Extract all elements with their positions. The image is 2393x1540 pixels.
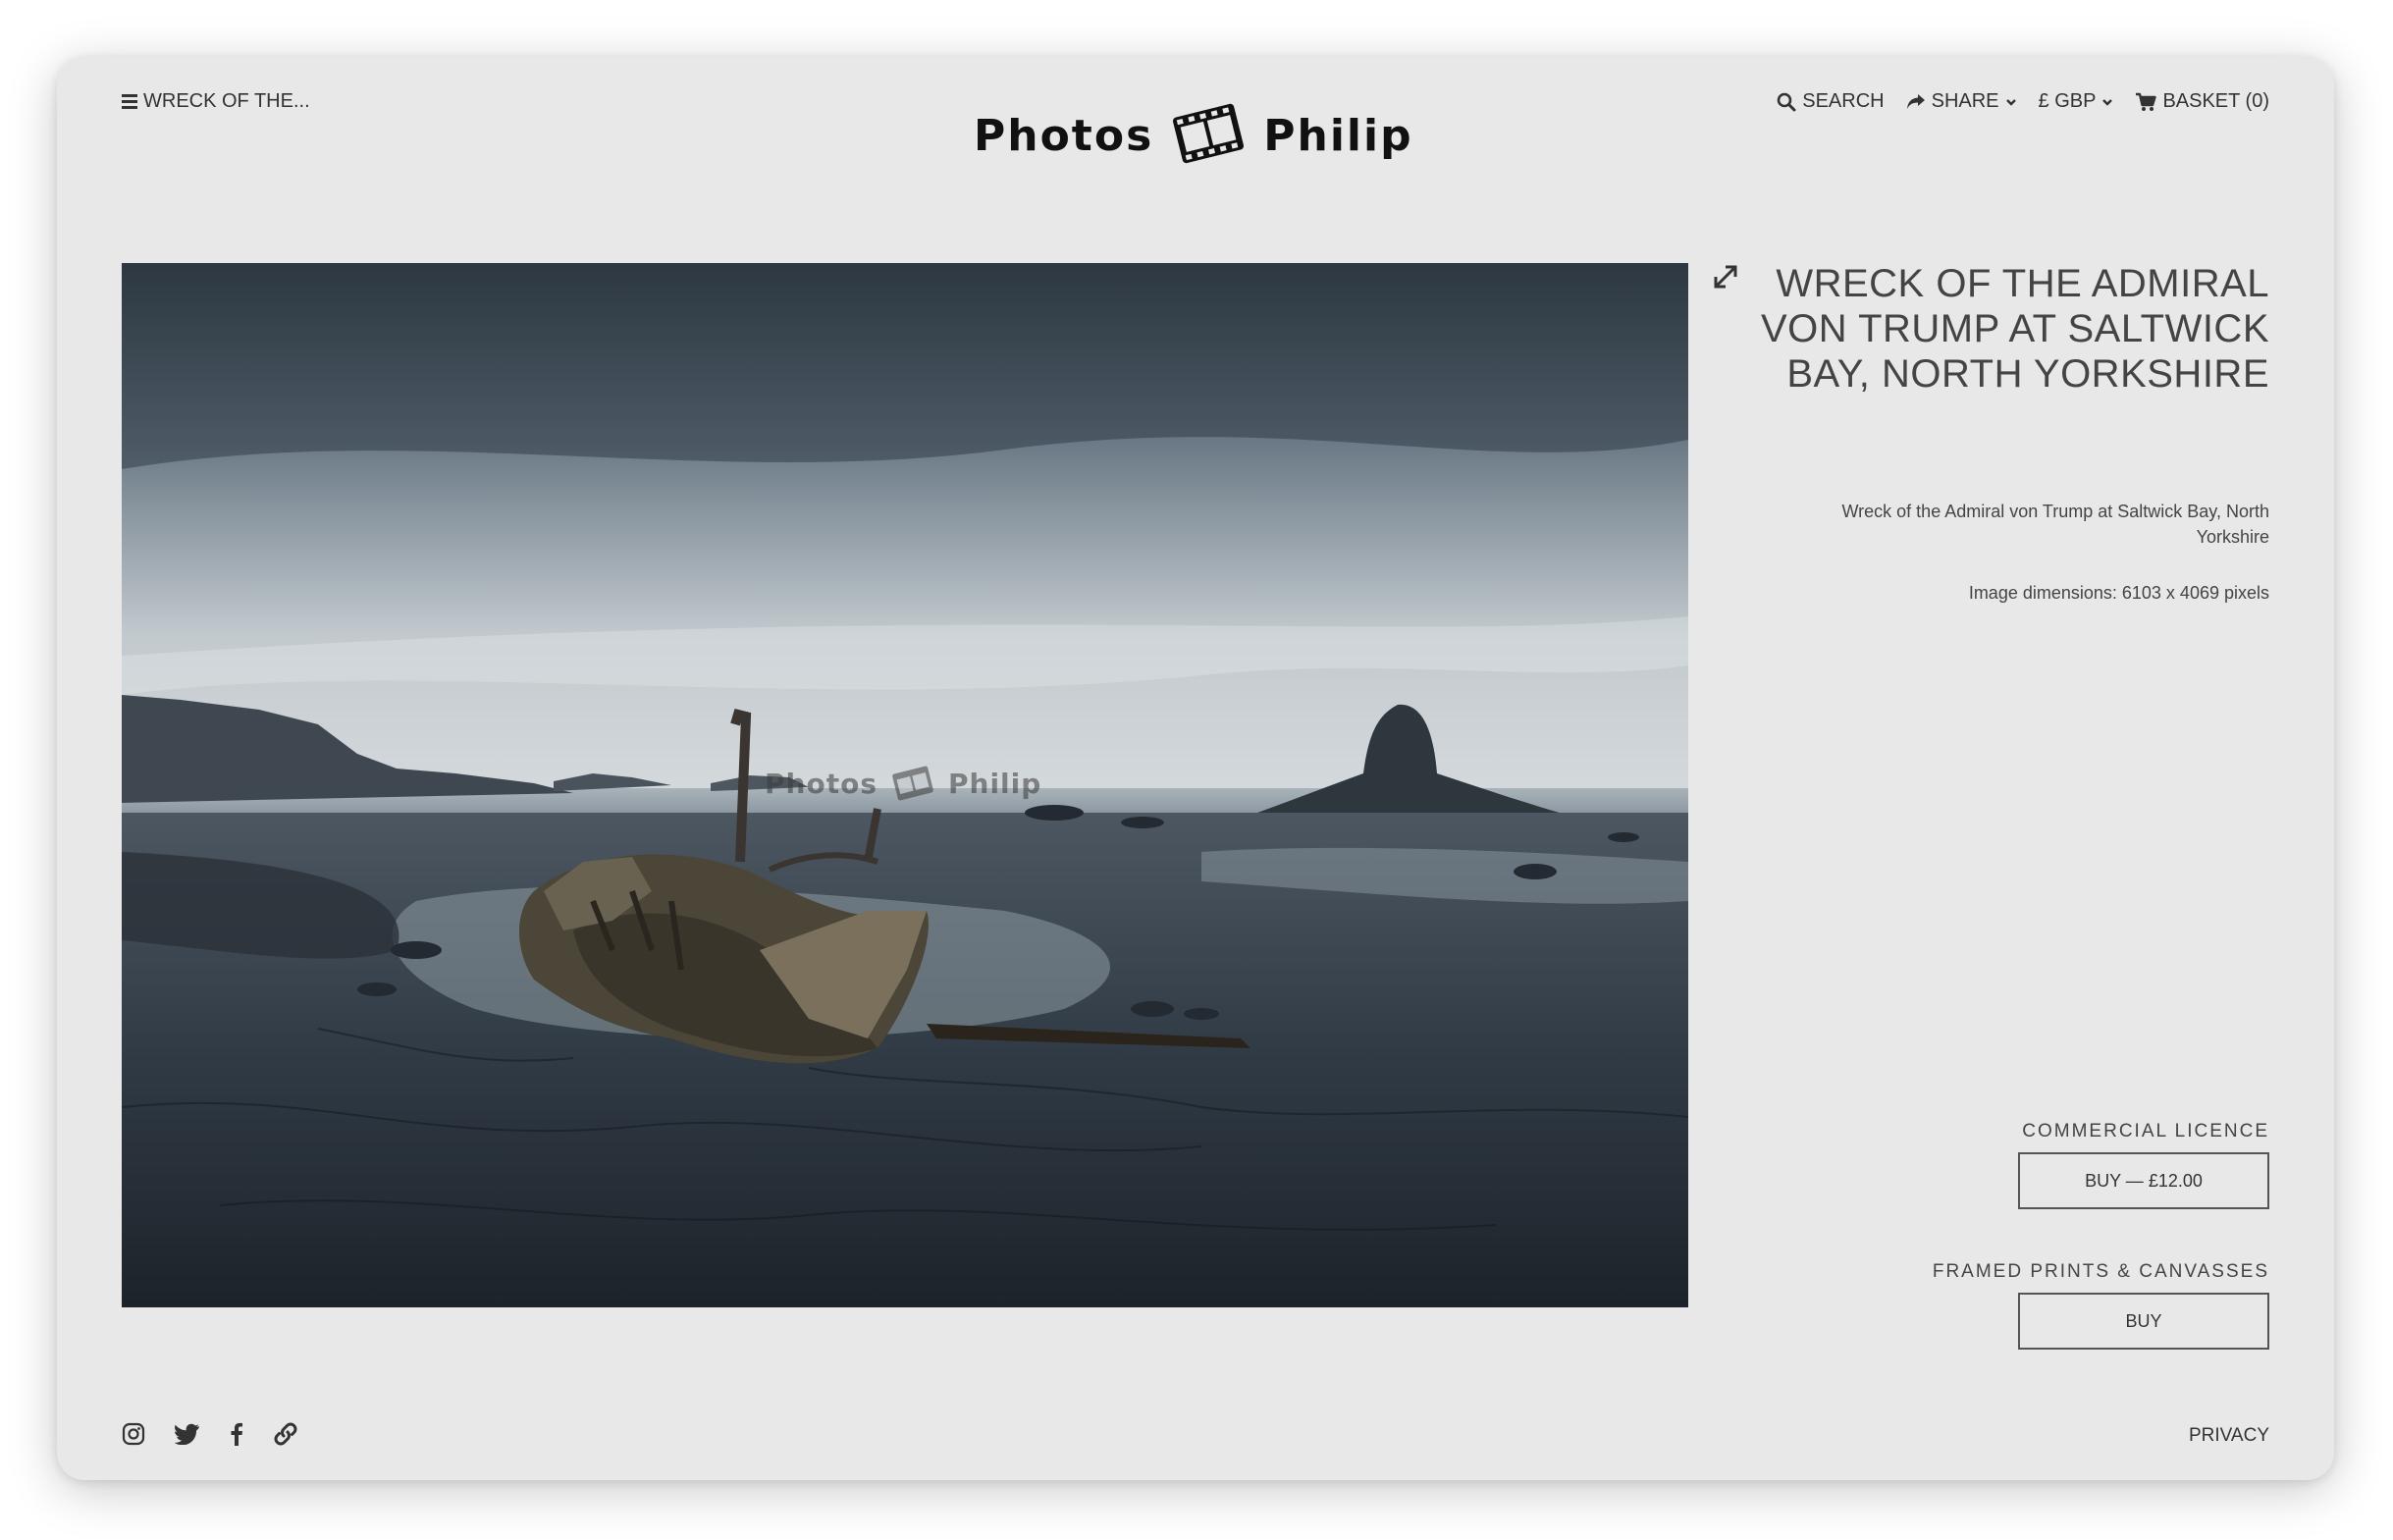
commercial-licence-label: COMMERCIAL LICENCE bbox=[2022, 1121, 2269, 1142]
privacy-link[interactable]: PRIVACY bbox=[2189, 1425, 2269, 1447]
search-link[interactable]: SEARCH bbox=[1777, 90, 1885, 113]
watermark-text-left: Photos bbox=[765, 767, 877, 800]
cart-icon bbox=[2136, 92, 2157, 111]
framed-prints-label: FRAMED PRINTS & CANVASSES bbox=[1932, 1261, 2269, 1282]
copy-link[interactable] bbox=[273, 1421, 298, 1447]
buy-licence-button[interactable]: BUY — £12.00 bbox=[2018, 1152, 2269, 1209]
instagram-link[interactable] bbox=[122, 1422, 145, 1446]
basket-label: BASKET (0) bbox=[2162, 90, 2269, 112]
menu-button[interactable]: WRECK OF THE... bbox=[122, 90, 310, 113]
twitter-icon bbox=[175, 1423, 199, 1445]
social-links bbox=[122, 1421, 298, 1447]
film-strip-icon bbox=[1171, 100, 1246, 172]
photo-watermark: Photos Philip bbox=[765, 764, 1041, 803]
currency-label: £ GBP bbox=[2038, 90, 2097, 112]
share-label: SHARE bbox=[1931, 90, 1999, 112]
image-dimensions: Image dimensions: 6103 x 4069 pixels bbox=[1968, 583, 2269, 603]
facebook-icon bbox=[231, 1422, 242, 1446]
top-navigation: SEARCH SHARE £ GBP BASKET (0) bbox=[1777, 90, 2269, 113]
watermark-text-right: Philip bbox=[947, 767, 1042, 800]
film-strip-icon bbox=[892, 766, 933, 801]
menu-label: WRECK OF THE... bbox=[143, 90, 310, 112]
chevron-down-icon bbox=[2005, 98, 2016, 106]
expand-icon bbox=[1714, 265, 1737, 289]
main-photo[interactable]: Photos Philip bbox=[122, 263, 1688, 1307]
photo-title: WRECK OF THE ADMIRAL VON TRUMP AT SALTWI… bbox=[1761, 262, 2269, 396]
search-label: SEARCH bbox=[1802, 90, 1885, 112]
buy-prints-button[interactable]: BUY bbox=[2018, 1293, 2269, 1350]
basket-link[interactable]: BASKET (0) bbox=[2135, 90, 2269, 113]
hamburger-icon bbox=[122, 94, 137, 109]
share-icon bbox=[1906, 93, 1925, 109]
share-menu[interactable]: SHARE bbox=[1906, 90, 2017, 113]
logo-text-right: Philip bbox=[1263, 111, 1413, 161]
currency-selector[interactable]: £ GBP bbox=[2039, 90, 2114, 113]
link-icon bbox=[274, 1422, 297, 1446]
search-icon bbox=[1777, 92, 1796, 111]
twitter-link[interactable] bbox=[175, 1423, 200, 1445]
expand-button[interactable] bbox=[1710, 261, 1741, 297]
browser-window: WRECK OF THE... Photos Philip SEARCH SHA… bbox=[57, 57, 2334, 1480]
instagram-icon bbox=[122, 1422, 145, 1446]
photo-description: Wreck of the Admiral von Trump at Saltwi… bbox=[1841, 502, 2270, 547]
logo-text-left: Photos bbox=[974, 111, 1154, 161]
site-logo[interactable]: Photos Philip bbox=[974, 100, 1413, 172]
facebook-link[interactable] bbox=[230, 1422, 243, 1446]
chevron-down-icon bbox=[2102, 98, 2113, 106]
